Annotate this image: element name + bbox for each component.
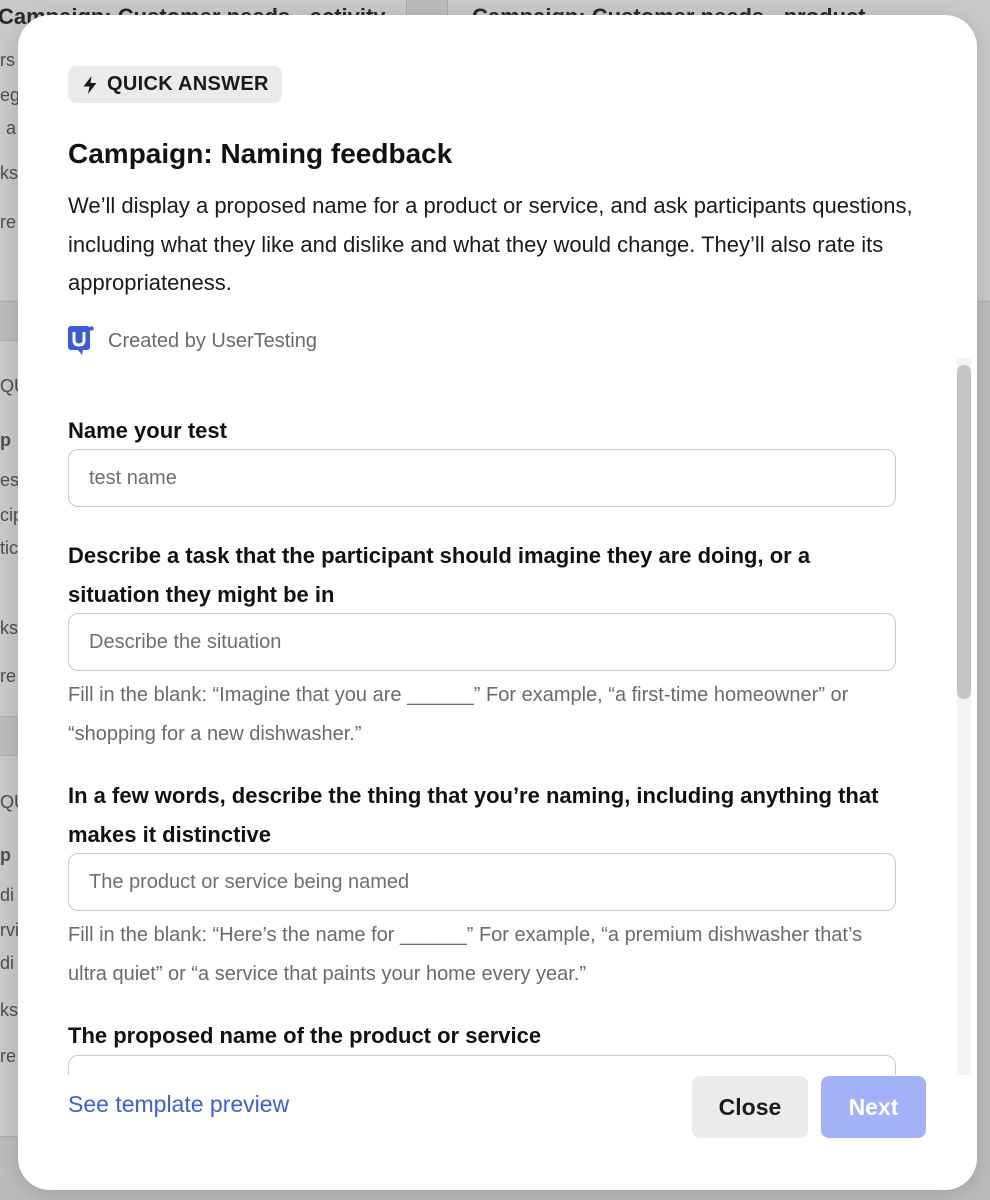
situation-input[interactable]: Describe the situation bbox=[68, 613, 896, 671]
test-name-placeholder: test name bbox=[89, 466, 177, 489]
field-label-proposed-name: The proposed name of the product or serv… bbox=[68, 1023, 542, 1048]
modal-title: Campaign: Naming feedback bbox=[68, 138, 453, 169]
lightning-bolt-icon bbox=[83, 75, 97, 94]
usertesting-logo-icon bbox=[68, 326, 94, 355]
product-description-input[interactable]: The product or service being named bbox=[68, 853, 896, 911]
modal-description: We’ll display a proposed name for a prod… bbox=[68, 193, 913, 295]
form-scroll-area[interactable]: Name your test test name Describe a task… bbox=[18, 358, 977, 1075]
situation-hint: Fill in the blank: “Imagine that you are… bbox=[68, 684, 849, 745]
field-label-situation: Describe a task that the participant sho… bbox=[68, 543, 811, 607]
proposed-name-input[interactable] bbox=[68, 1055, 896, 1075]
close-button[interactable]: Close bbox=[692, 1076, 808, 1138]
field-label-product-description: In a few words, describe the thing that … bbox=[68, 783, 879, 847]
template-modal: QUICK ANSWER Campaign: Naming feedback W… bbox=[18, 15, 977, 1190]
see-template-preview-link[interactable]: See template preview bbox=[68, 1091, 289, 1118]
creator-attribution: Created by UserTesting bbox=[68, 326, 317, 356]
test-name-input[interactable]: test name bbox=[68, 449, 896, 507]
situation-placeholder: Describe the situation bbox=[89, 630, 282, 653]
field-label-test-name: Name your test bbox=[68, 418, 227, 443]
product-description-placeholder: The product or service being named bbox=[89, 870, 410, 893]
scrollbar-thumb[interactable] bbox=[957, 365, 971, 699]
quick-answer-badge: QUICK ANSWER bbox=[68, 66, 282, 103]
product-description-hint: Fill in the blank: “Here’s the name for … bbox=[68, 924, 863, 985]
creator-label: Created by UserTesting bbox=[108, 329, 317, 352]
scrollbar[interactable] bbox=[957, 358, 971, 1075]
badge-label: QUICK ANSWER bbox=[107, 73, 269, 95]
next-button[interactable]: Next bbox=[821, 1076, 926, 1138]
